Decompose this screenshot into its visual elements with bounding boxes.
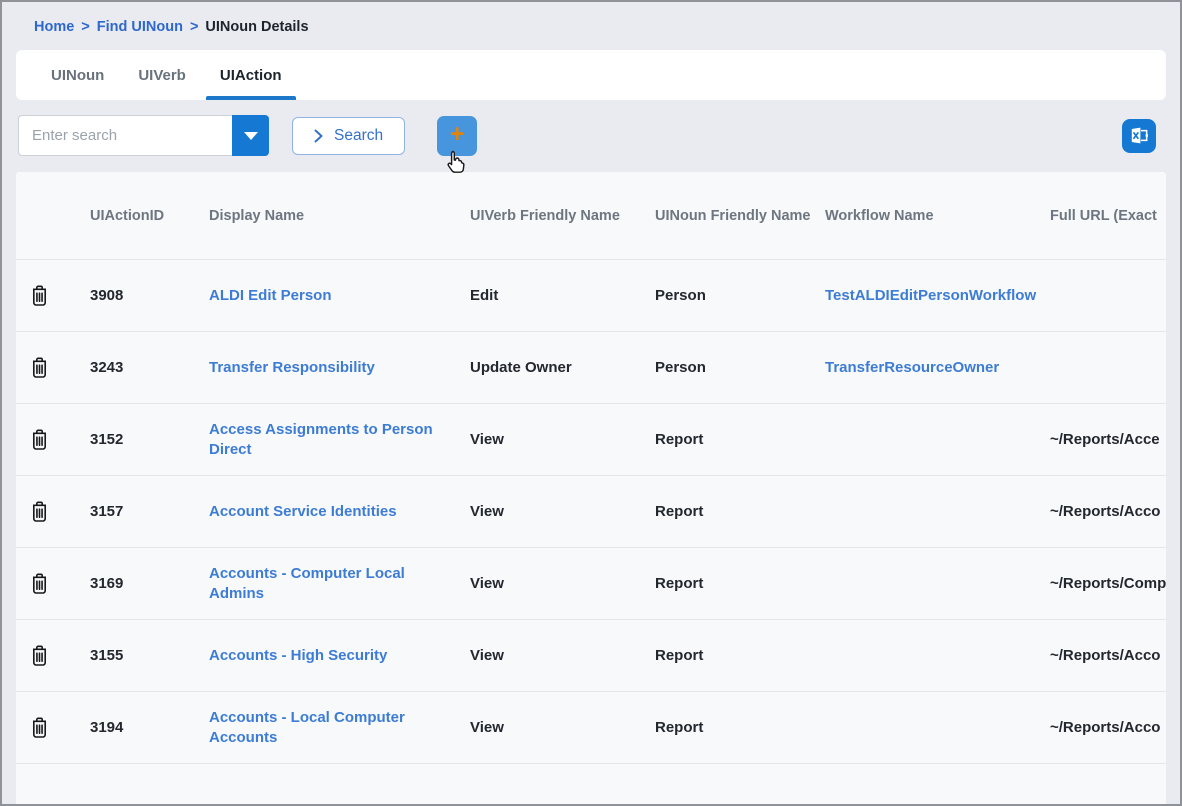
uiactionid-cell: 3152 <box>90 430 209 450</box>
display-name-link[interactable]: Transfer Responsibility <box>209 359 375 376</box>
breadcrumb-separator: > <box>190 19 198 35</box>
uiverb-friendly-name-cell: View <box>470 646 655 666</box>
uiverb-friendly-name-cell: View <box>470 502 655 522</box>
header-uinoun-friendly-name: UINoun Friendly Name <box>655 208 825 224</box>
search-type-dropdown-button[interactable] <box>232 115 269 156</box>
uinoun-friendly-name-cell: Person <box>655 286 825 306</box>
table-row: 3243 Transfer Responsibility Update Owne… <box>16 331 1166 403</box>
uiverb-friendly-name-cell: View <box>470 430 655 450</box>
trash-icon <box>30 645 49 666</box>
header-workflow-name: Workflow Name <box>825 208 1050 224</box>
trash-icon <box>30 285 49 306</box>
delete-row-button[interactable] <box>26 571 52 597</box>
uiverb-friendly-name-cell: Update Owner <box>470 358 655 378</box>
trash-icon <box>30 357 49 378</box>
breadcrumb-separator: > <box>81 19 89 35</box>
table-row: 3194 Accounts - Local Computer Accounts … <box>16 691 1166 763</box>
full-url-cell: ~/Reports/Acco <box>1050 646 1166 666</box>
uiactionid-cell: 3908 <box>90 286 209 306</box>
chevron-right-icon <box>314 129 323 143</box>
uiactionid-cell: 3155 <box>90 646 209 666</box>
workflow-name-link[interactable]: TestALDIEditPersonWorkflow <box>825 287 1036 304</box>
header-full-url: Full URL (Exact <box>1050 208 1166 224</box>
uinoun-friendly-name-cell: Report <box>655 646 825 666</box>
uinoun-friendly-name-cell: Report <box>655 430 825 450</box>
uiverb-friendly-name-cell: Edit <box>470 286 655 306</box>
export-excel-button[interactable] <box>1122 119 1156 153</box>
delete-row-button[interactable] <box>26 355 52 381</box>
uinoun-friendly-name-cell: Report <box>655 574 825 594</box>
delete-row-button[interactable] <box>26 427 52 453</box>
caret-down-icon <box>244 132 258 140</box>
trash-icon <box>30 573 49 594</box>
table-row: 3157 Account Service Identities View Rep… <box>16 475 1166 547</box>
display-name-link[interactable]: Accounts - Local Computer Accounts <box>209 709 405 746</box>
delete-row-button[interactable] <box>26 643 52 669</box>
uiverb-friendly-name-cell: View <box>470 718 655 738</box>
table-row: 3908 ALDI Edit Person Edit Person TestAL… <box>16 259 1166 331</box>
table-body: 3908 ALDI Edit Person Edit Person TestAL… <box>16 259 1166 763</box>
header-display-name: Display Name <box>209 208 470 224</box>
search-input[interactable] <box>18 115 232 156</box>
display-name-link[interactable]: Accounts - High Security <box>209 647 387 664</box>
breadcrumb-current-page: UINoun Details <box>205 19 308 35</box>
table-row: 3152 Access Assignments to Person Direct… <box>16 403 1166 475</box>
display-name-link[interactable]: Account Service Identities <box>209 503 397 520</box>
full-url-cell: ~/Reports/Acco <box>1050 502 1166 522</box>
display-name-link[interactable]: Access Assignments to Person Direct <box>209 421 433 458</box>
tab-uinoun[interactable]: UINoun <box>34 50 121 100</box>
uinoun-friendly-name-cell: Report <box>655 502 825 522</box>
uiactionid-cell: 3243 <box>90 358 209 378</box>
toolbar: Search + <box>18 115 1164 156</box>
add-button[interactable]: + <box>437 116 477 156</box>
search-button-label: Search <box>334 127 383 145</box>
full-url-cell: ~/Reports/Acce <box>1050 430 1166 450</box>
results-table: UIActionID Display Name UIVerb Friendly … <box>16 172 1166 806</box>
table-row-partial <box>16 763 1166 793</box>
display-name-link[interactable]: ALDI Edit Person <box>209 287 332 304</box>
breadcrumb-link-find-uinoun[interactable]: Find UINoun <box>97 19 183 35</box>
search-group <box>18 115 269 156</box>
full-url-cell: ~/Reports/Acco <box>1050 718 1166 738</box>
workflow-name-link[interactable]: TransferResourceOwner <box>825 359 999 376</box>
plus-icon: + <box>450 122 465 147</box>
full-url-cell: ~/Reports/Comp <box>1050 574 1166 594</box>
uiactionid-cell: 3169 <box>90 574 209 594</box>
delete-row-button[interactable] <box>26 499 52 525</box>
trash-icon <box>30 501 49 522</box>
breadcrumb-link-home[interactable]: Home <box>34 19 74 35</box>
uiverb-friendly-name-cell: View <box>470 574 655 594</box>
table-row: 3155 Accounts - High Security View Repor… <box>16 619 1166 691</box>
uiactionid-cell: 3157 <box>90 502 209 522</box>
table-row: 3169 Accounts - Computer Local Admins Vi… <box>16 547 1166 619</box>
uiactionid-cell: 3194 <box>90 718 209 738</box>
delete-row-button[interactable] <box>26 283 52 309</box>
header-uiverb-friendly-name: UIVerb Friendly Name <box>470 208 655 224</box>
trash-icon <box>30 717 49 738</box>
header-uiactionid: UIActionID <box>90 208 209 224</box>
search-button[interactable]: Search <box>292 117 405 155</box>
tab-bar: UINoun UIVerb UIAction <box>16 50 1166 100</box>
tab-uiverb[interactable]: UIVerb <box>121 50 203 100</box>
app-window: Home > Find UINoun > UINoun Details UINoun U… <box>0 0 1182 806</box>
trash-icon <box>30 429 49 450</box>
delete-row-button[interactable] <box>26 715 52 741</box>
tab-uiaction[interactable]: UIAction <box>203 50 299 100</box>
uinoun-friendly-name-cell: Report <box>655 718 825 738</box>
uinoun-friendly-name-cell: Person <box>655 358 825 378</box>
table-header-row: UIActionID Display Name UIVerb Friendly … <box>16 172 1166 259</box>
display-name-link[interactable]: Accounts - Computer Local Admins <box>209 565 405 602</box>
breadcrumb: Home > Find UINoun > UINoun Details <box>2 2 1180 35</box>
excel-icon <box>1129 125 1150 146</box>
